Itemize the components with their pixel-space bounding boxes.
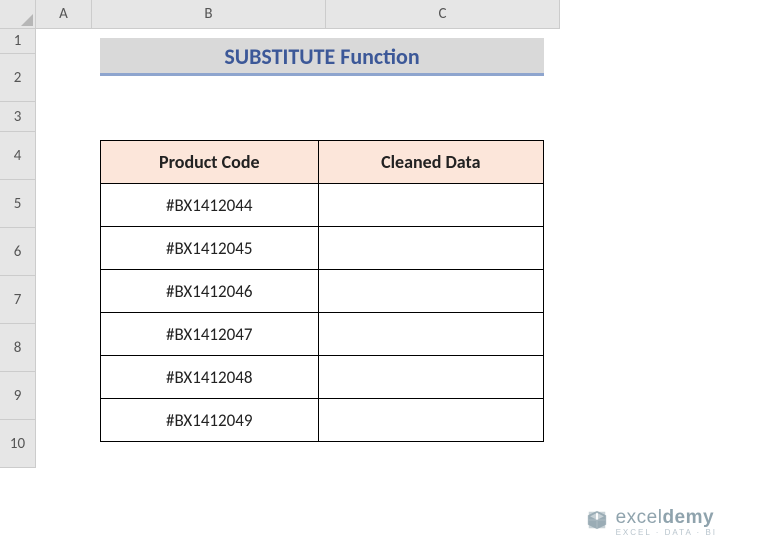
table-header-product-code[interactable]: Product Code [101,141,319,184]
brand-prefix: excel [616,507,663,528]
select-all-corner[interactable] [0,0,36,29]
cell-product-code[interactable]: #BX1412049 [101,399,319,442]
cell-product-code[interactable]: #BX1412048 [101,356,319,399]
row-header-5[interactable]: 5 [0,180,36,228]
cell-cleaned-data[interactable] [318,184,543,227]
row-header-4[interactable]: 4 [0,132,36,180]
cell-cleaned-data[interactable] [318,270,543,313]
row-header-9[interactable]: 9 [0,372,36,420]
exceldemy-logo-icon [586,509,608,536]
brand-tagline: EXCEL · DATA · BI [616,528,717,537]
cell-cleaned-data[interactable] [318,227,543,270]
row-header-2[interactable]: 2 [0,54,36,102]
cell-product-code[interactable]: #BX1412047 [101,313,319,356]
table-row: #BX1412045 [101,227,544,270]
cell-cleaned-data[interactable] [318,399,543,442]
watermark: exceldemy EXCEL · DATA · BI [586,507,717,537]
table-row: #BX1412047 [101,313,544,356]
table-row: #BX1412046 [101,270,544,313]
cell-product-code[interactable]: #BX1412044 [101,184,319,227]
watermark-text: exceldemy EXCEL · DATA · BI [616,507,717,537]
data-table: Product Code Cleaned Data #BX1412044 #BX… [100,140,544,442]
page-title: SUBSTITUTE Function [100,38,544,76]
column-header-c[interactable]: C [326,0,560,29]
row-header-3[interactable]: 3 [0,102,36,132]
row-header-6[interactable]: 6 [0,228,36,276]
cell-cleaned-data[interactable] [318,313,543,356]
row-header-8[interactable]: 8 [0,324,36,372]
cell-product-code[interactable]: #BX1412046 [101,270,319,313]
column-header-a[interactable]: A [36,0,92,29]
brand-suffix: demy [662,507,714,528]
table-header-cleaned-data[interactable]: Cleaned Data [318,141,543,184]
cell-product-code[interactable]: #BX1412045 [101,227,319,270]
cell-cleaned-data[interactable] [318,356,543,399]
row-header-1[interactable]: 1 [0,29,36,54]
row-header-10[interactable]: 10 [0,420,36,468]
row-header-7[interactable]: 7 [0,276,36,324]
table-row: #BX1412044 [101,184,544,227]
table-row: #BX1412048 [101,356,544,399]
table-row: #BX1412049 [101,399,544,442]
column-header-b[interactable]: B [92,0,326,29]
